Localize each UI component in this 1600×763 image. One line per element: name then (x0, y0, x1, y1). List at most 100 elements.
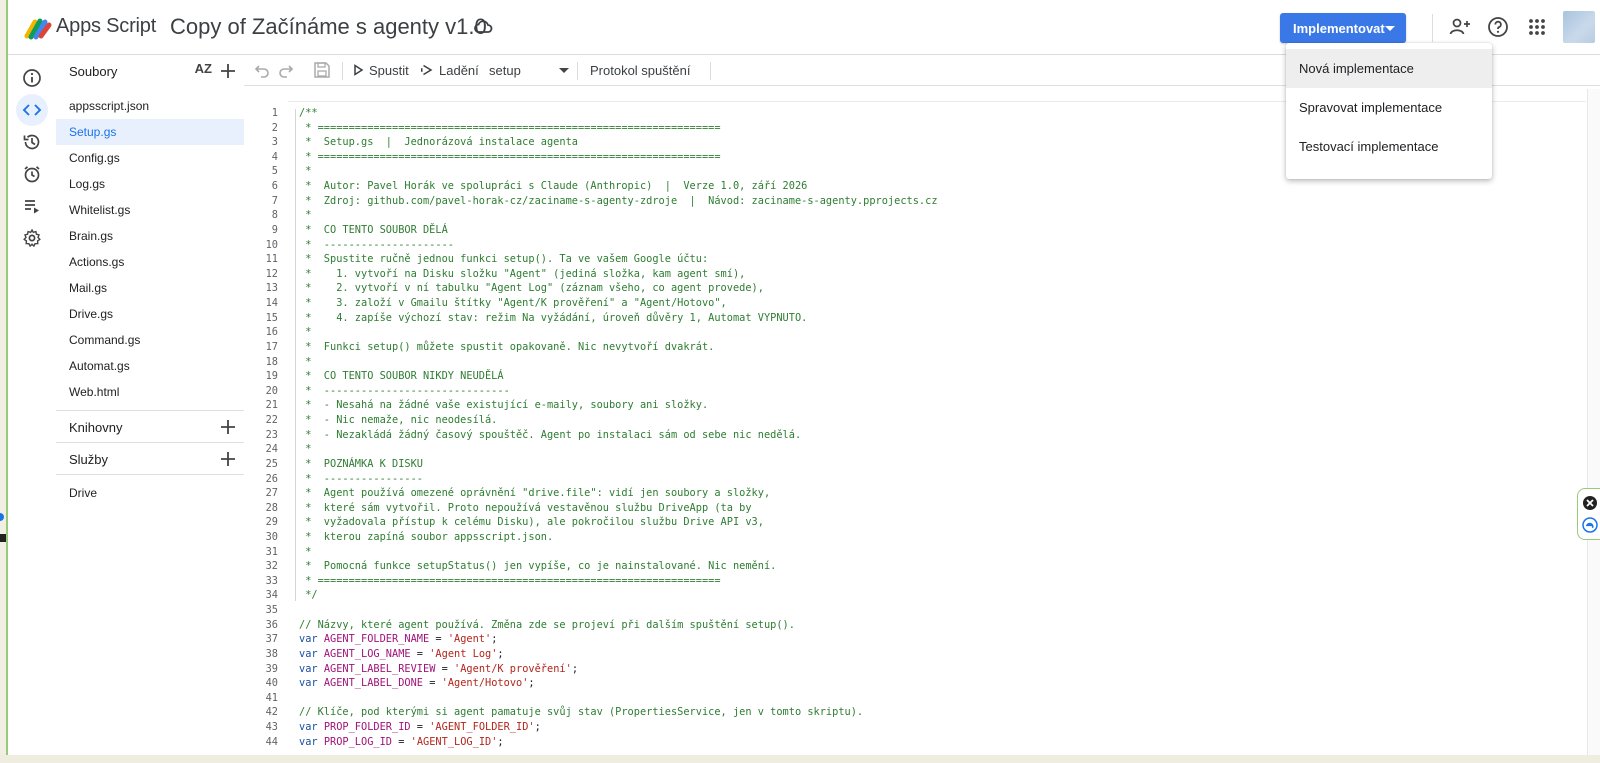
code-token: * ---------------- (299, 472, 423, 485)
deploy-button[interactable]: Implementovat (1280, 13, 1406, 43)
code-line: 36 // Názvy, které agent používá. Změna z… (244, 618, 1586, 633)
file-item-log-gs[interactable]: Log.gs (56, 171, 244, 197)
code-line: 44 var PROP_LOG_ID = 'AGENT_LOG_ID'; (244, 735, 1586, 750)
line-number: 4 (271, 150, 278, 163)
file-item-setup-gs[interactable]: Setup.gs (56, 119, 244, 145)
line-number: 20 (265, 384, 278, 397)
deploy-button-label: Implementovat (1293, 20, 1385, 36)
extension-widget (1577, 488, 1600, 540)
file-item-automat-gs[interactable]: Automat.gs (56, 353, 244, 379)
code-token: * 1. vytvoří na Disku složku "Agent" (je… (299, 267, 746, 280)
redo-icon[interactable] (278, 60, 294, 80)
code-text: * 2. vytvoří v ní tabulku "Agent Log" (z… (299, 281, 764, 296)
file-item-config-gs[interactable]: Config.gs (56, 145, 244, 171)
rail-editor[interactable] (16, 94, 48, 126)
save-icon[interactable] (313, 60, 331, 80)
add-file-icon[interactable] (218, 61, 238, 81)
menu-item-manage-deployments[interactable]: Spravovat implementace (1286, 88, 1492, 127)
debug-button[interactable]: Ladění (420, 60, 479, 80)
execution-log-button[interactable]: Protokol spuštění (590, 60, 690, 80)
close-circle-icon[interactable] (1582, 495, 1598, 511)
code-line: 24 * (244, 442, 1586, 457)
share-person-icon[interactable] (1448, 15, 1472, 39)
extension-e-icon[interactable] (1582, 517, 1598, 533)
editor-scrollbar[interactable] (1587, 89, 1600, 755)
avatar[interactable] (1563, 11, 1595, 43)
code-line: 9 * CO TENTO SOUBOR DĚLÁ (244, 223, 1586, 238)
function-select[interactable]: setup (489, 60, 569, 80)
code-text: * Setup.gs | Jednorázová instalace agent… (299, 135, 578, 150)
cloud-saved-icon[interactable] (473, 18, 493, 36)
rail-executions[interactable] (16, 190, 48, 222)
code-token: * Spustite ručně jednou funkci setup(). … (299, 253, 709, 266)
line-number: 8 (271, 209, 278, 222)
code-token: PROP_LOG_ID (323, 735, 393, 748)
code-token: * (299, 545, 312, 558)
add-service-icon[interactable] (218, 449, 238, 469)
code-editor[interactable]: 1 /** 2 * ================================… (244, 89, 1586, 755)
file-list: appsscript.json Setup.gs Config.gs Log.g… (56, 93, 244, 405)
rail-overview[interactable] (16, 62, 48, 94)
code-token: * Zdroj: github.com/pavel-horak-cz/zacin… (299, 194, 938, 207)
line-number: 21 (265, 399, 278, 412)
code-token: * ======================================… (299, 121, 721, 134)
rail-settings[interactable] (16, 222, 48, 254)
code-text: * 3. založí v Gmailu štítky "Agent/K pro… (299, 296, 727, 311)
line-number: 14 (265, 297, 278, 310)
code-token: AGENT_LABEL_REVIEW (323, 662, 436, 675)
menu-item-test-deployments[interactable]: Testovací implementace (1286, 127, 1492, 166)
file-item-mail-gs[interactable]: Mail.gs (56, 275, 244, 301)
file-item-command-gs[interactable]: Command.gs (56, 327, 244, 353)
code-text: * (299, 164, 311, 179)
code-token: 'Agent/K prověření' (454, 662, 572, 675)
line-number: 19 (265, 370, 278, 383)
file-item-drive-gs[interactable]: Drive.gs (56, 301, 244, 327)
code-token: * (299, 209, 312, 222)
code-line: 28 * které sám vytvořil. Proto nepoužívá… (244, 501, 1586, 516)
toolbar-divider (342, 62, 343, 80)
line-number: 6 (271, 180, 278, 193)
code-token: = (435, 662, 455, 675)
rail-triggers[interactable] (16, 158, 48, 190)
file-item-web-html[interactable]: Web.html (56, 379, 244, 405)
help-icon[interactable] (1486, 15, 1510, 39)
code-line: 32 * Pomocná funkce setupStatus() jen vy… (244, 559, 1586, 574)
line-number: 35 (265, 604, 278, 617)
code-text: * 1. vytvoří na Disku složku "Agent" (je… (299, 267, 745, 282)
line-number: 27 (265, 487, 278, 500)
service-item-drive[interactable]: Drive (69, 486, 97, 500)
code-token: = (392, 735, 411, 748)
code-token: AGENT_FOLDER_NAME (323, 633, 430, 646)
file-item-brain-gs[interactable]: Brain.gs (56, 223, 244, 249)
file-item-appsscript-json[interactable]: appsscript.json (56, 93, 244, 119)
apps-grid-icon[interactable] (1525, 15, 1549, 39)
line-number: 43 (265, 721, 278, 734)
code-text: * - Nezakládá žádný časový spouštěč. Age… (299, 428, 801, 443)
code-token: ; (571, 662, 579, 675)
services-header: Služby (56, 443, 244, 475)
code-token: ; (528, 677, 535, 690)
code-line: 11 * Spustite ručně jednou funkci setup(… (244, 252, 1586, 267)
line-number: 2 (271, 121, 278, 134)
code-text: // Klíče, pod kterými si agent pamatuje … (299, 705, 863, 720)
undo-icon[interactable] (254, 60, 270, 80)
code-token: * 2. vytvoří v ní tabulku "Agent Log" (z… (299, 282, 764, 295)
menu-item-new-deployment[interactable]: Nová implementace (1286, 49, 1492, 88)
code-line: 31 * (244, 545, 1586, 560)
code-line: 30 * kterou zapíná soubor appsscript.jso… (244, 530, 1586, 545)
code-token: 'Agent/Hotovo' (441, 677, 529, 690)
code-line: 15 * 4. zapíše výchozí stav: režim Na vy… (244, 311, 1586, 326)
code-line: 27 * Agent používá omezené oprávnění "dr… (244, 486, 1586, 501)
file-item-whitelist-gs[interactable]: Whitelist.gs (56, 197, 244, 223)
code-line: 34 */ (244, 588, 1586, 603)
code-text: * (299, 325, 311, 340)
line-number: 26 (265, 472, 278, 485)
code-text: * Agent používá omezené oprávnění "drive… (299, 486, 770, 501)
sort-az-icon[interactable]: AZ (195, 61, 212, 76)
rail-versions[interactable] (16, 126, 48, 158)
line-number: 10 (265, 238, 278, 251)
file-item-actions-gs[interactable]: Actions.gs (56, 249, 244, 275)
add-library-icon[interactable] (218, 417, 238, 437)
run-button[interactable]: Spustit (352, 60, 409, 80)
project-title[interactable]: Copy of Začínáme s agenty v1.0 (170, 14, 487, 40)
